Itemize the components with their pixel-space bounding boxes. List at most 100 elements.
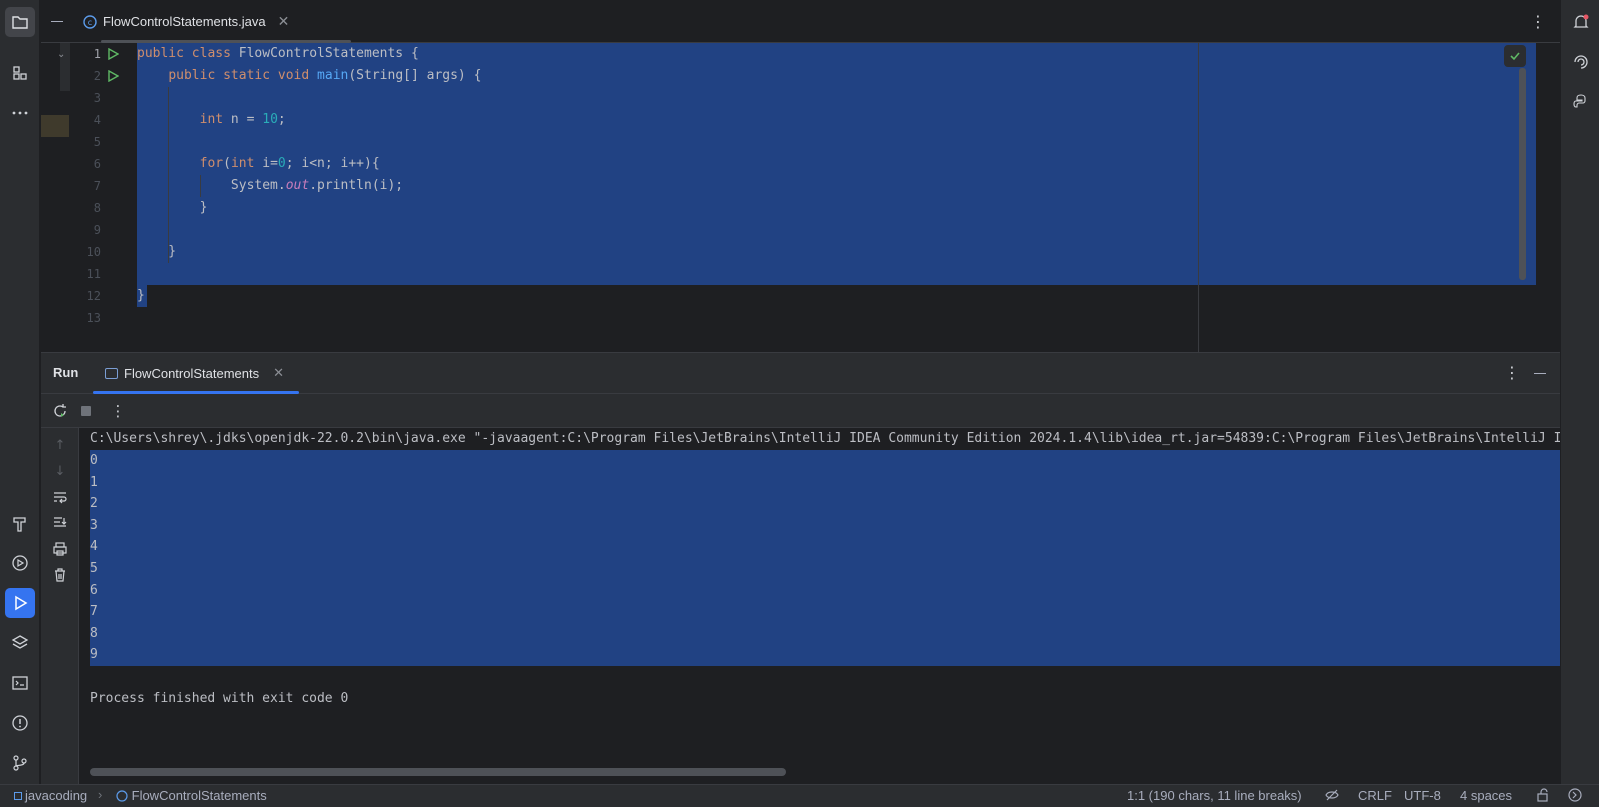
run-options-menu-button[interactable]: ⋮ <box>1504 363 1520 382</box>
spiral-icon <box>1574 55 1588 69</box>
hide-run-panel-button[interactable] <box>1534 373 1546 374</box>
structure-button[interactable] <box>5 58 35 88</box>
rerun-icon <box>54 404 66 417</box>
project-breadcrumb[interactable]: javacoding <box>14 788 87 803</box>
structure-icon <box>13 66 27 80</box>
soft-wrap-button[interactable] <box>51 488 69 506</box>
code-line: public class FlowControlStatements { <box>137 46 419 61</box>
left-tool-window-bar <box>0 0 40 784</box>
soft-wrap-icon <box>54 492 67 504</box>
stop-icon <box>81 406 91 416</box>
minus-icon <box>51 20 63 22</box>
console-output[interactable]: C:\Users\shrey\.jdks\openjdk-22.0.2\bin\… <box>79 428 1560 785</box>
console-horizontal-scrollbar[interactable] <box>90 768 786 776</box>
status-bar: javacoding › FlowControlStatements 1:1 (… <box>0 784 1599 807</box>
scroll-down-button[interactable]: ↓ <box>51 462 69 480</box>
console-window-icon <box>105 368 118 379</box>
run-tab-label: FlowControlStatements <box>124 366 260 381</box>
project-view-button[interactable] <box>5 7 35 37</box>
arrow-down-icon: ↓ <box>54 463 66 479</box>
file-name: FlowControlStatements <box>131 788 267 803</box>
right-tool-window-bar <box>1560 0 1599 784</box>
console-output-line: 5 <box>90 561 98 576</box>
git-branch-icon <box>13 755 27 771</box>
print-button[interactable] <box>51 540 69 558</box>
line-number: 12 <box>86 289 101 303</box>
console-output-line: 8 <box>90 625 98 641</box>
code-line: System.out.println(i); <box>137 178 404 193</box>
readonly-toggle[interactable] <box>1325 788 1339 805</box>
editor-tabs-menu-button[interactable]: ⋮ <box>1530 12 1546 31</box>
console-output-line: 2 <box>90 496 98 512</box>
inspection-ok-button[interactable] <box>1504 45 1526 67</box>
file-encoding[interactable]: UTF-8 <box>1404 788 1441 803</box>
console-output-line: 1 <box>90 474 98 490</box>
indent-setting[interactable]: 4 spaces <box>1460 788 1512 803</box>
notifications-button[interactable] <box>1567 8 1595 36</box>
line-number: 13 <box>86 311 101 325</box>
caret-position[interactable]: 1:1 (190 chars, 11 line breaks) <box>1127 788 1302 803</box>
ai-assistant-button[interactable] <box>1567 48 1595 76</box>
code-line: public static void main(String[] args) { <box>168 68 482 83</box>
line-number: 11 <box>86 267 101 281</box>
right-margin-guide <box>1198 43 1199 352</box>
scroll-to-end-button[interactable] <box>51 514 69 532</box>
clear-all-button[interactable] <box>51 566 69 584</box>
hammer-icon <box>13 517 26 532</box>
run-toolbar: ⋮ <box>41 394 1560 428</box>
editor-tab-file[interactable]: c FlowControlStatements.java ✕ <box>71 0 351 43</box>
build-button[interactable] <box>5 509 35 539</box>
scroll-to-end-icon <box>54 517 67 527</box>
run-gutter-icon[interactable] <box>107 48 119 60</box>
code-line: } <box>137 244 177 259</box>
more-tools-button[interactable] <box>5 98 35 128</box>
power-save-toggle[interactable] <box>1568 788 1582 805</box>
line-number: 4 <box>93 113 101 127</box>
run-panel-title: Run <box>53 365 79 380</box>
console-output-line: 4 <box>90 539 98 555</box>
code-line: } <box>137 288 145 303</box>
more-horizontal-icon <box>12 111 28 115</box>
printer-icon <box>53 542 67 556</box>
file-breadcrumb[interactable]: FlowControlStatements <box>116 788 267 803</box>
console-output-line: 0 <box>90 453 98 468</box>
line-number: 7 <box>93 179 101 193</box>
stop-button[interactable] <box>77 402 95 420</box>
fold-chevron-icon[interactable]: ⌄ <box>57 49 65 60</box>
arrow-up-icon: ↑ <box>54 437 66 453</box>
scroll-up-button[interactable]: ↑ <box>51 436 69 454</box>
console-command-line: C:\Users\shrey\.jdks\openjdk-22.0.2\bin\… <box>90 431 1560 446</box>
line-separator[interactable]: CRLF <box>1358 788 1392 803</box>
line-number: 2 <box>93 69 101 83</box>
run-tool-button[interactable] <box>5 588 35 618</box>
services-icon <box>12 555 28 571</box>
rerun-button[interactable] <box>51 402 69 420</box>
more-actions-button[interactable]: ⋮ <box>109 402 127 420</box>
code-area[interactable]: public class FlowControlStatements { pub… <box>137 43 1536 352</box>
terminal-button[interactable] <box>5 668 35 698</box>
trash-icon <box>55 568 65 582</box>
line-number: 6 <box>93 157 101 171</box>
editor-tab-bar: c FlowControlStatements.java ✕ ⋮ <box>41 0 1560 43</box>
run-configuration-tab[interactable]: FlowControlStatements ✕ <box>93 353 299 394</box>
python-console-button[interactable] <box>1567 88 1595 116</box>
unlock-icon <box>1537 788 1548 802</box>
editor-vertical-scrollbar[interactable] <box>1519 68 1526 280</box>
line-number: 9 <box>93 223 101 237</box>
services-button[interactable] <box>5 548 35 578</box>
editor-gutter: ⌄ 1 2 3 4 5 6 7 8 9 10 11 12 13 <box>41 43 137 352</box>
code-editor[interactable]: ⌄ 1 2 3 4 5 6 7 8 9 10 11 12 13 public class FlowCon… <box>41 43 1560 352</box>
git-button[interactable] <box>5 748 35 778</box>
console-side-toolbar: ↑ ↓ <box>41 428 79 785</box>
line-number: 10 <box>86 245 101 259</box>
editor-tab-label: FlowControlStatements.java <box>103 14 266 29</box>
layers-button[interactable] <box>5 628 35 658</box>
run-gutter-icon[interactable] <box>107 70 119 82</box>
close-tab-icon[interactable]: ✕ <box>278 14 290 30</box>
lock-toggle[interactable] <box>1536 788 1550 805</box>
python-icon <box>1573 94 1586 108</box>
hide-project-button[interactable] <box>49 13 65 29</box>
close-run-tab-icon[interactable]: ✕ <box>273 366 284 381</box>
problems-button[interactable] <box>5 708 35 738</box>
module-icon <box>14 792 22 800</box>
